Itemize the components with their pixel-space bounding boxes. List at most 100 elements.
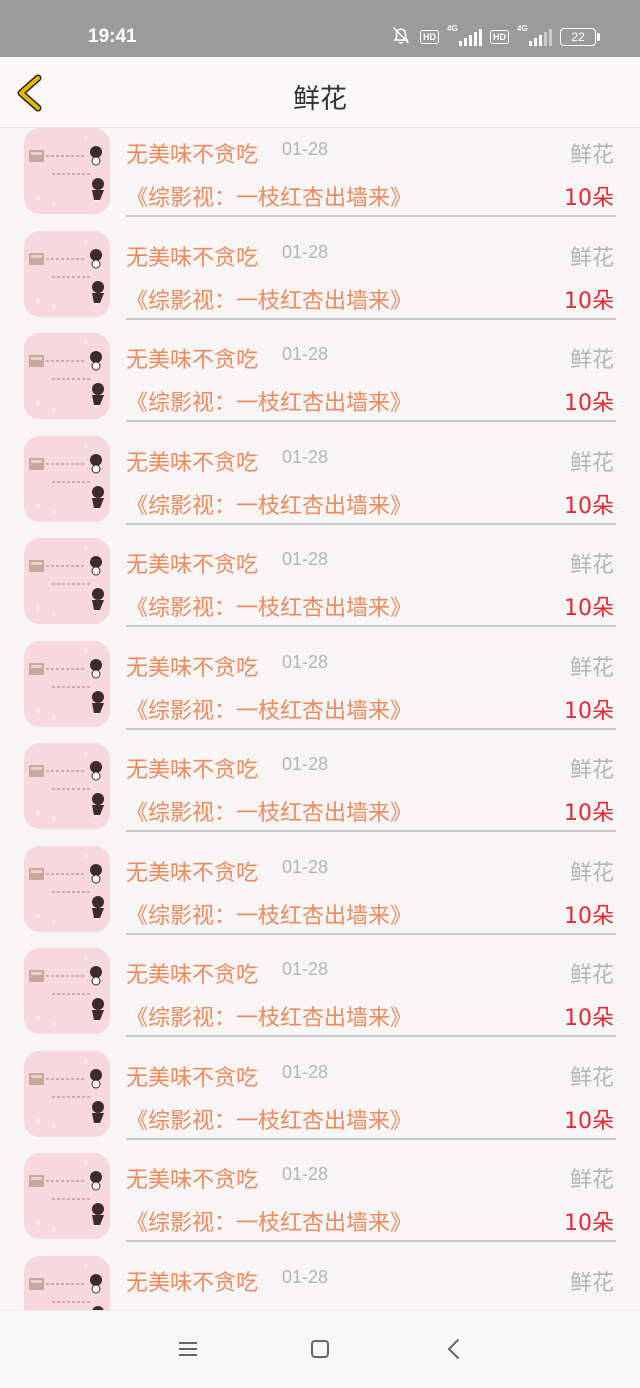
date-label: 01-28 — [282, 1266, 329, 1287]
gift-type-label: 鲜花 — [569, 553, 614, 578]
divider — [126, 625, 616, 627]
gift-count: 10朵 — [564, 1211, 614, 1236]
gift-count: 10朵 — [564, 1006, 614, 1031]
network-type-2: 4G — [517, 24, 528, 33]
avatar[interactable] — [24, 333, 110, 419]
user-name[interactable]: 无美味不贪吃 — [126, 752, 258, 784]
divider — [126, 215, 616, 217]
date-label: 01-28 — [282, 959, 329, 979]
system-nav-bar — [0, 1310, 640, 1388]
gift-count: 10朵 — [564, 903, 614, 929]
user-name[interactable]: 无美味不贪吃 — [126, 342, 258, 374]
list-item[interactable]: 无美味不贪吃 01-28 鲜花 《综影视：一枝红杏出墙来》 10朵 — [0, 128, 640, 231]
home-square-icon — [311, 1340, 329, 1358]
signal-icon-2: 4G — [517, 24, 552, 46]
avatar[interactable] — [24, 1153, 110, 1239]
book-title[interactable]: 《综影视：一枝红杏出墙来》 — [126, 1103, 412, 1135]
gift-type-label: 鲜花 — [569, 758, 614, 783]
home-button[interactable] — [308, 1337, 332, 1361]
battery-icon: 22 — [560, 28, 600, 46]
signal-icon: 4G — [447, 24, 482, 46]
gift-type-label: 鲜花 — [569, 348, 614, 373]
hd-badge-2: HD — [490, 30, 509, 44]
book-title[interactable]: 《综影视：一枝红杏出墙来》 — [126, 795, 412, 827]
gift-count: 10朵 — [564, 391, 614, 416]
book-title[interactable]: 《综影视：一枝红杏出墙来》 — [126, 693, 412, 725]
user-name[interactable]: 无美味不贪吃 — [126, 650, 258, 682]
divider — [126, 1137, 616, 1140]
list-item[interactable]: 无美味不贪吃 01-28 鲜花 — [0, 1255, 640, 1310]
gift-type-label: 鲜花 — [569, 450, 614, 476]
list-item[interactable]: 无美味不贪吃 01-28 鲜花 《综影视：一枝红杏出墙来》 10朵 — [0, 230, 640, 334]
date-label: 01-28 — [282, 856, 329, 877]
hd-badge-1: HD — [420, 30, 439, 44]
gift-count: 10朵 — [564, 493, 614, 519]
gift-type-label: 鲜花 — [569, 963, 614, 988]
status-icons: HD 4G HD 4G 22 — [390, 24, 600, 50]
gift-count: 10朵 — [564, 596, 614, 621]
date-label: 01-28 — [282, 651, 329, 672]
gift-list: 无美味不贪吃 01-28 鲜花 《综影视：一枝红杏出墙来》 10朵 无美味不贪吃 01-28… — [0, 128, 640, 1310]
list-item[interactable]: 无美味不贪吃 01-28 鲜花 《综影视：一枝红杏出墙来》 10朵 — [0, 640, 640, 744]
date-label: 01-28 — [282, 754, 329, 774]
user-name[interactable]: 无美味不贪吃 — [126, 1060, 258, 1092]
list-item[interactable]: 无美味不贪吃 01-28 鲜花《综影视：一枝红杏出墙来》 10朵 — [0, 743, 640, 846]
avatar[interactable] — [24, 640, 110, 727]
gift-count: 10朵 — [564, 288, 614, 314]
divider — [126, 317, 616, 320]
user-name[interactable]: 无美味不贪吃 — [126, 445, 258, 477]
user-name[interactable]: 无美味不贪吃 — [126, 137, 258, 169]
user-name[interactable]: 无美味不贪吃 — [126, 1162, 258, 1194]
list-item[interactable]: 无美味不贪吃 01-28 鲜花 《综影视：一枝红杏出墙来》 10朵 — [0, 538, 640, 641]
book-title[interactable]: 《综影视：一枝红杏出墙来》 — [126, 898, 412, 930]
user-name[interactable]: 无美味不贪吃 — [126, 1265, 258, 1297]
gift-type-label: 鲜花 — [569, 1168, 614, 1193]
avatar[interactable] — [24, 1050, 110, 1137]
gift-type-label: 鲜花 — [569, 245, 614, 271]
book-title[interactable]: 《综影视：一枝红杏出墙来》 — [126, 590, 412, 622]
book-title[interactable]: 《综影视：一枝红杏出墙来》 — [126, 488, 412, 520]
book-title[interactable]: 《综影视：一枝红杏出墙来》 — [126, 283, 412, 315]
divider — [126, 1035, 616, 1037]
list-item[interactable]: 无美味不贪吃 01-28 鲜花《综影视：一枝红杏出墙来》 10朵 — [0, 845, 640, 949]
list-item[interactable]: 无美味不贪吃 01-28 鲜花 《综影视：一枝红杏出墙来》 10朵 — [0, 333, 640, 436]
gift-type-label: 鲜花 — [569, 1065, 614, 1091]
divider — [126, 727, 616, 730]
book-title[interactable]: 《综影视：一枝红杏出墙来》 — [126, 1205, 412, 1237]
list-item[interactable]: 无美味不贪吃 01-28 鲜花《综影视：一枝红杏出墙来》 10朵 — [0, 948, 640, 1051]
list-item[interactable]: 无美味不贪吃 01-28 鲜花 《综影视：一枝红杏出墙来》 10朵 — [0, 1050, 640, 1154]
avatar[interactable] — [24, 845, 110, 932]
list-item[interactable]: 无美味不贪吃 01-28 鲜花《综影视：一枝红杏出墙来》 10朵 — [0, 435, 640, 539]
avatar[interactable] — [24, 230, 110, 317]
book-title[interactable]: 《综影视：一枝红杏出墙来》 — [126, 180, 412, 212]
gift-type-label: 鲜花 — [569, 1270, 614, 1296]
avatar[interactable] — [24, 948, 110, 1034]
back-nav-button[interactable] — [442, 1337, 466, 1361]
avatar[interactable] — [24, 435, 110, 522]
book-title[interactable]: 《综影视：一枝红杏出墙来》 — [126, 1000, 412, 1032]
avatar[interactable] — [24, 1255, 110, 1310]
avatar[interactable] — [24, 743, 110, 829]
user-name[interactable]: 无美味不贪吃 — [126, 957, 258, 989]
avatar[interactable] — [24, 538, 110, 624]
avatar[interactable] — [24, 128, 110, 214]
gift-type-label: 鲜花 — [569, 655, 614, 681]
book-title[interactable]: 《综影视：一枝红杏出墙来》 — [126, 385, 412, 417]
date-label: 01-28 — [282, 446, 329, 467]
user-name[interactable]: 无美味不贪吃 — [126, 240, 258, 272]
network-type-1: 4G — [447, 24, 458, 33]
user-name[interactable]: 无美味不贪吃 — [126, 547, 258, 579]
date-label: 01-28 — [282, 1164, 329, 1184]
list-item[interactable]: 无美味不贪吃 01-28 鲜花《综影视：一枝红杏出墙来》 10朵 — [0, 1153, 640, 1256]
gift-count: 10朵 — [564, 801, 614, 826]
user-name[interactable]: 无美味不贪吃 — [126, 855, 258, 887]
back-triangle-icon — [448, 1339, 459, 1359]
page-title: 鲜花 — [293, 84, 347, 115]
menu-button[interactable] — [176, 1337, 200, 1361]
gift-type-label: 鲜花 — [569, 860, 614, 886]
mute-bell-icon — [390, 24, 412, 50]
divider — [126, 1240, 616, 1242]
gift-count: 10朵 — [564, 1108, 614, 1134]
gift-count: 10朵 — [564, 186, 614, 211]
status-bar: 19:41 HD 4G HD 4G 22 — [0, 0, 640, 57]
